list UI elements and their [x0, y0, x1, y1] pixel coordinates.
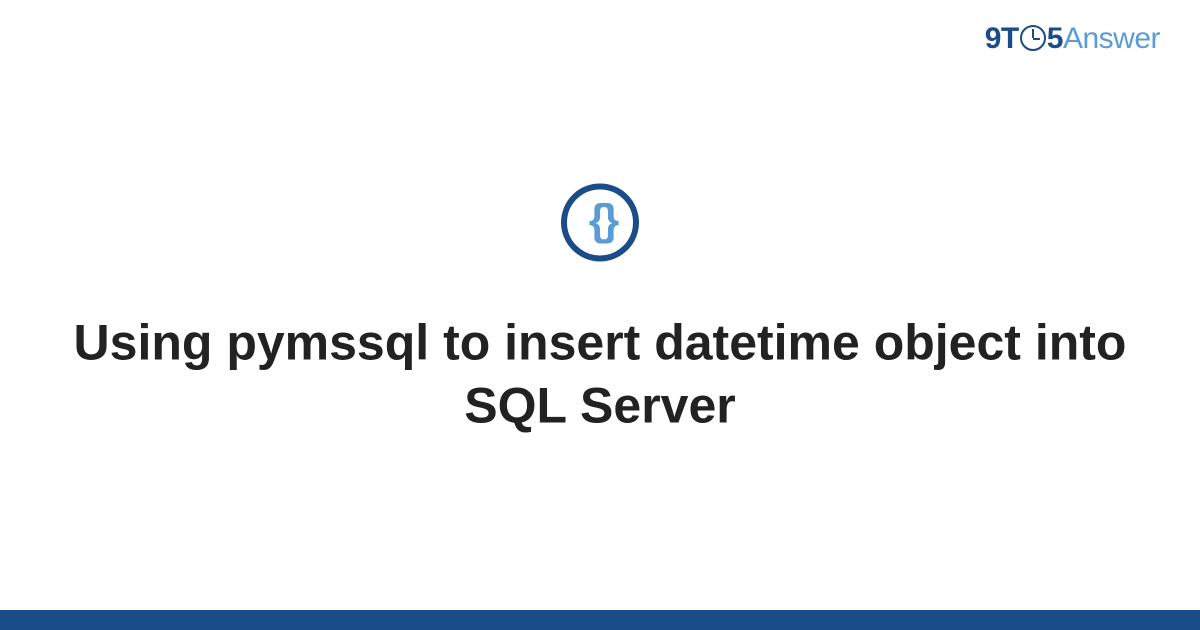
- main-content: { } Using pymssql to insert datetime obj…: [0, 183, 1200, 436]
- braces-glyph: { }: [589, 198, 611, 242]
- clock-icon: [1020, 25, 1046, 51]
- logo-5: 5: [1047, 22, 1063, 55]
- footer-bar: [0, 610, 1200, 630]
- logo-answer: Answer: [1063, 22, 1160, 55]
- code-braces-icon: { }: [561, 183, 639, 261]
- logo-9t: 9T: [985, 22, 1019, 55]
- site-logo: 9T 5Answer: [985, 22, 1160, 56]
- page-title: Using pymssql to insert datetime object …: [0, 311, 1200, 436]
